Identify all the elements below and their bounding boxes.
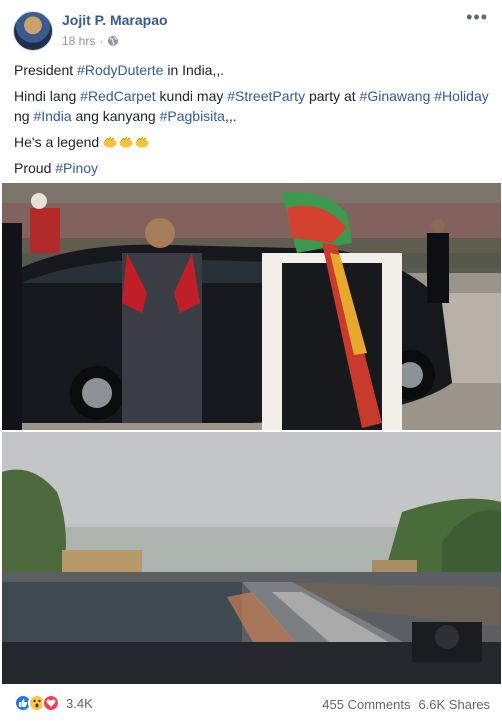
author-name[interactable]: Jojit P. Marapao xyxy=(62,12,168,28)
text-line-2: Hindi lang #RedCarpet kundi may #StreetP… xyxy=(14,88,489,124)
hashtag-link[interactable]: #Holiday xyxy=(434,88,488,104)
globe-icon xyxy=(108,36,119,46)
avatar[interactable] xyxy=(13,11,53,51)
more-options-icon[interactable]: ••• xyxy=(466,8,488,26)
hashtag-link[interactable]: #Pinoy xyxy=(55,160,98,176)
text-line-4: Proud #Pinoy xyxy=(14,160,99,176)
love-reaction-icon xyxy=(42,694,60,712)
post-photo-2[interactable] xyxy=(2,432,501,684)
comments-count-link[interactable]: 455 Comments xyxy=(322,697,410,712)
hashtag-link[interactable]: #RodyDuterte xyxy=(77,62,163,78)
post-meta: 18 hrs · xyxy=(62,34,119,48)
hashtag-link[interactable]: #Pagbisita xyxy=(160,108,225,124)
post-header: Jojit P. Marapao 18 hrs · ••• xyxy=(0,0,502,58)
reactions-summary[interactable]: 3.4K xyxy=(14,694,93,712)
text-line-1: President #RodyDuterte in India,,. xyxy=(14,62,225,78)
text-line-3: He's a legend xyxy=(14,132,492,152)
post-text: President #RodyDuterte in India,,. Hindi… xyxy=(14,60,492,184)
post-photo-1[interactable] xyxy=(2,183,501,430)
shares-count-link[interactable]: 6.6K Shares xyxy=(418,697,490,712)
hashtag-link[interactable]: #RedCarpet xyxy=(80,88,156,104)
hashtag-link[interactable]: #India xyxy=(33,108,71,124)
timestamp[interactable]: 18 hrs xyxy=(62,34,95,48)
clapping-hands-icon xyxy=(119,136,133,148)
hashtag-link[interactable]: #StreetParty xyxy=(227,88,305,104)
reaction-count: 3.4K xyxy=(66,695,93,711)
clapping-hands-icon xyxy=(135,136,149,148)
post-stats: 455 Comments 6.6K Shares xyxy=(322,697,490,712)
post-footer: 3.4K 455 Comments 6.6K Shares xyxy=(0,686,502,721)
hashtag-link[interactable]: #Ginawang xyxy=(360,88,431,104)
clapping-hands-icon xyxy=(103,136,117,148)
